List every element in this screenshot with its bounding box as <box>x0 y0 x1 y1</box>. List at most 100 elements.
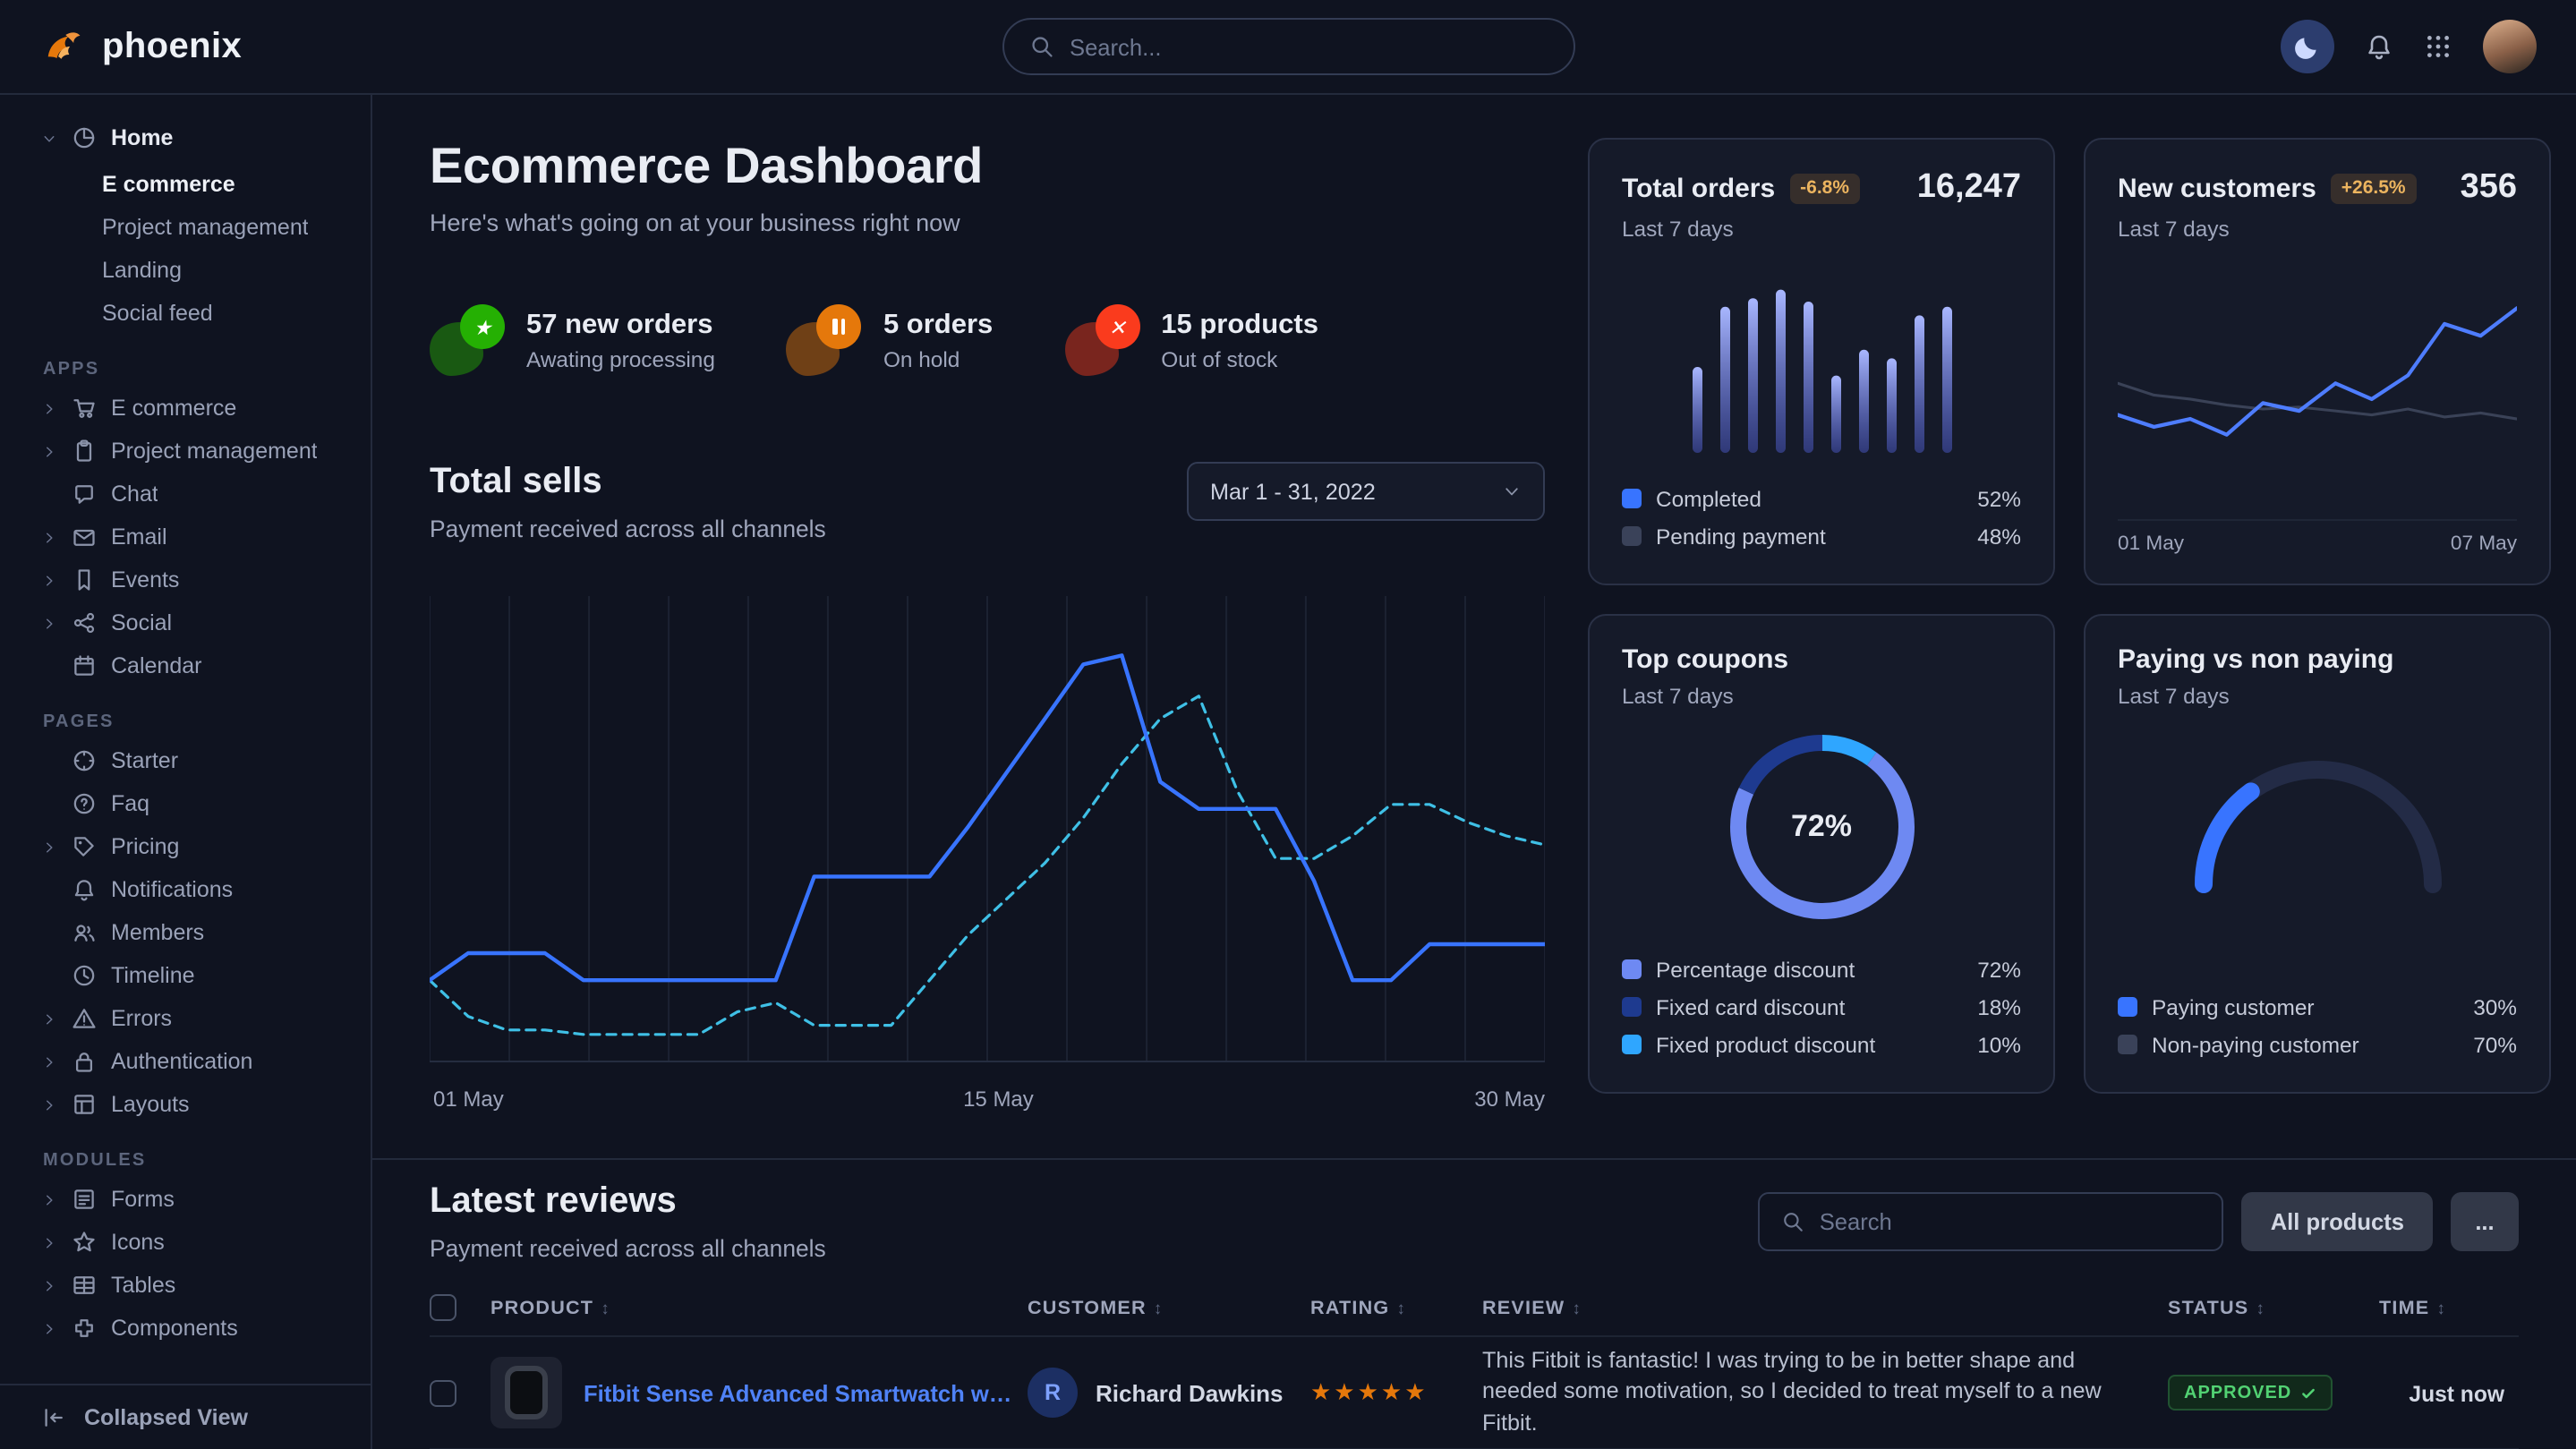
sidebar-item-home[interactable]: Home <box>0 113 371 163</box>
sidebar-subitem[interactable]: Project management <box>0 206 371 249</box>
review-text: This Fitbit is fantastic! I was trying t… <box>1482 1346 2154 1439</box>
global-search-input[interactable] <box>1070 33 1548 60</box>
legend-swatch <box>1622 489 1642 508</box>
column-header-customer[interactable]: CUSTOMER↕ <box>1028 1280 1310 1336</box>
orders-bar-chart <box>1633 269 2009 452</box>
sidebar-item[interactable]: Notifications <box>0 868 371 911</box>
reviews-title: Latest reviews <box>430 1181 826 1223</box>
column-header-status[interactable]: STATUS↕ <box>2168 1280 2379 1336</box>
legend-label: Completed <box>1656 486 1761 511</box>
sidebar-item[interactable]: Layouts <box>0 1083 371 1126</box>
home-icon <box>72 125 97 150</box>
caret-right-icon <box>41 1191 57 1207</box>
sidebar-item-label: Errors <box>111 1006 172 1031</box>
theme-toggle-button[interactable] <box>2281 20 2334 73</box>
reviews-table-header: PRODUCT↕ CUSTOMER↕ RATING↕ REVIEW↕ STATU… <box>430 1280 2519 1336</box>
apps-grid-button[interactable] <box>2424 32 2452 61</box>
sidebar-item[interactable]: Starter <box>0 739 371 782</box>
sidebar-item[interactable]: Chat <box>0 473 371 516</box>
x-axis-tick: 30 May <box>1474 1087 1545 1112</box>
sidebar-item[interactable]: Errors <box>0 997 371 1040</box>
sidebar-item[interactable]: Components <box>0 1307 371 1350</box>
all-products-button[interactable]: All products <box>2242 1192 2433 1251</box>
sidebar-subitem[interactable]: Social feed <box>0 292 371 335</box>
sidebar-subitem[interactable]: Landing <box>0 249 371 292</box>
product-link[interactable]: Fitbit Sense Advanced Smartwatch with To… <box>584 1379 1013 1406</box>
select-all-checkbox[interactable] <box>430 1294 456 1321</box>
sidebar-item-label: Forms <box>111 1187 175 1212</box>
user-avatar[interactable] <box>2483 20 2537 73</box>
sidebar-item-label: Notifications <box>111 877 233 902</box>
brand[interactable]: phoenix <box>39 23 242 70</box>
sidebar-item[interactable]: Pricing <box>0 825 371 868</box>
sidebar-item-label: Social <box>111 610 172 635</box>
sort-icon: ↕ <box>2436 1299 2446 1318</box>
stat-caption: On hold <box>883 346 993 371</box>
reviews-subtitle: Payment received across all channels <box>430 1235 826 1262</box>
stat-caption: Awating processing <box>526 346 715 371</box>
x-axis-tick: 15 May <box>963 1087 1034 1112</box>
sidebar-item[interactable]: Forms <box>0 1178 371 1221</box>
reviews-table-body: Fitbit Sense Advanced Smartwatch with To… <box>430 1336 2519 1449</box>
modules-nav-list: Forms Icons Tables Components <box>0 1178 371 1350</box>
sidebar-item-icon <box>72 1316 97 1341</box>
page-title: Ecommerce Dashboard <box>430 138 1545 195</box>
more-options-button[interactable]: ... <box>2451 1192 2519 1251</box>
caret-right-icon <box>41 839 57 855</box>
sidebar-item-icon <box>72 920 97 945</box>
x-axis-tick: 07 May <box>2451 533 2517 555</box>
legend-value: 70% <box>2473 1032 2517 1057</box>
sidebar-item[interactable]: Icons <box>0 1221 371 1264</box>
sidebar-item-label: E commerce <box>111 396 236 421</box>
status-badge: APPROVED <box>2168 1375 2333 1411</box>
main-content: Ecommerce Dashboard Here's what's going … <box>372 95 2576 1449</box>
sidebar-subitem-label: Landing <box>102 258 182 283</box>
reviews-search-input[interactable] <box>1820 1208 2201 1235</box>
notifications-button[interactable] <box>2365 32 2393 61</box>
row-checkbox[interactable] <box>430 1380 456 1407</box>
topbar-actions <box>2281 20 2537 73</box>
sidebar-item[interactable]: Calendar <box>0 644 371 687</box>
sidebar-item-icon <box>72 748 97 773</box>
check-icon <box>2300 1385 2316 1401</box>
sidebar-item[interactable]: Social <box>0 601 371 644</box>
legend-label: Fixed product discount <box>1656 1032 1875 1057</box>
sidebar-item-label: Timeline <box>111 963 195 988</box>
sidebar-item[interactable]: E commerce <box>0 387 371 430</box>
caret-right-icon <box>41 443 57 459</box>
legend-swatch <box>2118 997 2137 1017</box>
legend-label: Pending payment <box>1656 524 1826 549</box>
sidebar-item[interactable]: Email <box>0 516 371 558</box>
total-sells-chart-area: 01 May 15 May 30 May <box>430 596 1545 1119</box>
date-range-select[interactable]: Mar 1 - 31, 2022 <box>1187 462 1545 521</box>
review-row: Fitbit Sense Advanced Smartwatch with To… <box>430 1336 2519 1449</box>
legend-label: Non-paying customer <box>2152 1032 2359 1057</box>
sidebar-item[interactable]: Faq <box>0 782 371 825</box>
sidebar-item[interactable]: Project management <box>0 430 371 473</box>
caret-down-icon <box>41 130 57 146</box>
sidebar-subitem[interactable]: E commerce <box>0 163 371 206</box>
collapsed-view-toggle[interactable]: Collapsed View <box>0 1383 371 1449</box>
sidebar-item-icon <box>72 1230 97 1255</box>
legend-swatch <box>1622 1035 1642 1054</box>
sort-icon: ↕ <box>2256 1299 2265 1318</box>
sidebar-item[interactable]: Members <box>0 911 371 954</box>
sidebar-item[interactable]: Timeline <box>0 954 371 997</box>
sidebar-item[interactable]: Tables <box>0 1264 371 1307</box>
coupons-donut-chart: 72% <box>1721 727 1922 927</box>
sidebar-item[interactable]: Events <box>0 558 371 601</box>
sidebar-item[interactable]: Authentication <box>0 1040 371 1083</box>
brand-name: phoenix <box>102 26 242 67</box>
column-header-rating[interactable]: RATING↕ <box>1310 1280 1482 1336</box>
stat-value: 57 new orders <box>526 309 715 341</box>
column-header-review[interactable]: REVIEW↕ <box>1482 1280 2168 1336</box>
global-search <box>1002 18 1574 75</box>
caret-right-icon <box>41 1277 57 1293</box>
legend-label: Fixed card discount <box>1656 994 1845 1019</box>
legend-item: Fixed product discount 10% <box>1622 1026 2021 1063</box>
column-header-time[interactable]: TIME↕ <box>2379 1280 2519 1336</box>
customer-avatar-initial: R <box>1028 1368 1078 1418</box>
sidebar-item-icon <box>72 610 97 635</box>
caret-right-icon <box>41 400 57 416</box>
column-header-product[interactable]: PRODUCT↕ <box>490 1280 1028 1336</box>
